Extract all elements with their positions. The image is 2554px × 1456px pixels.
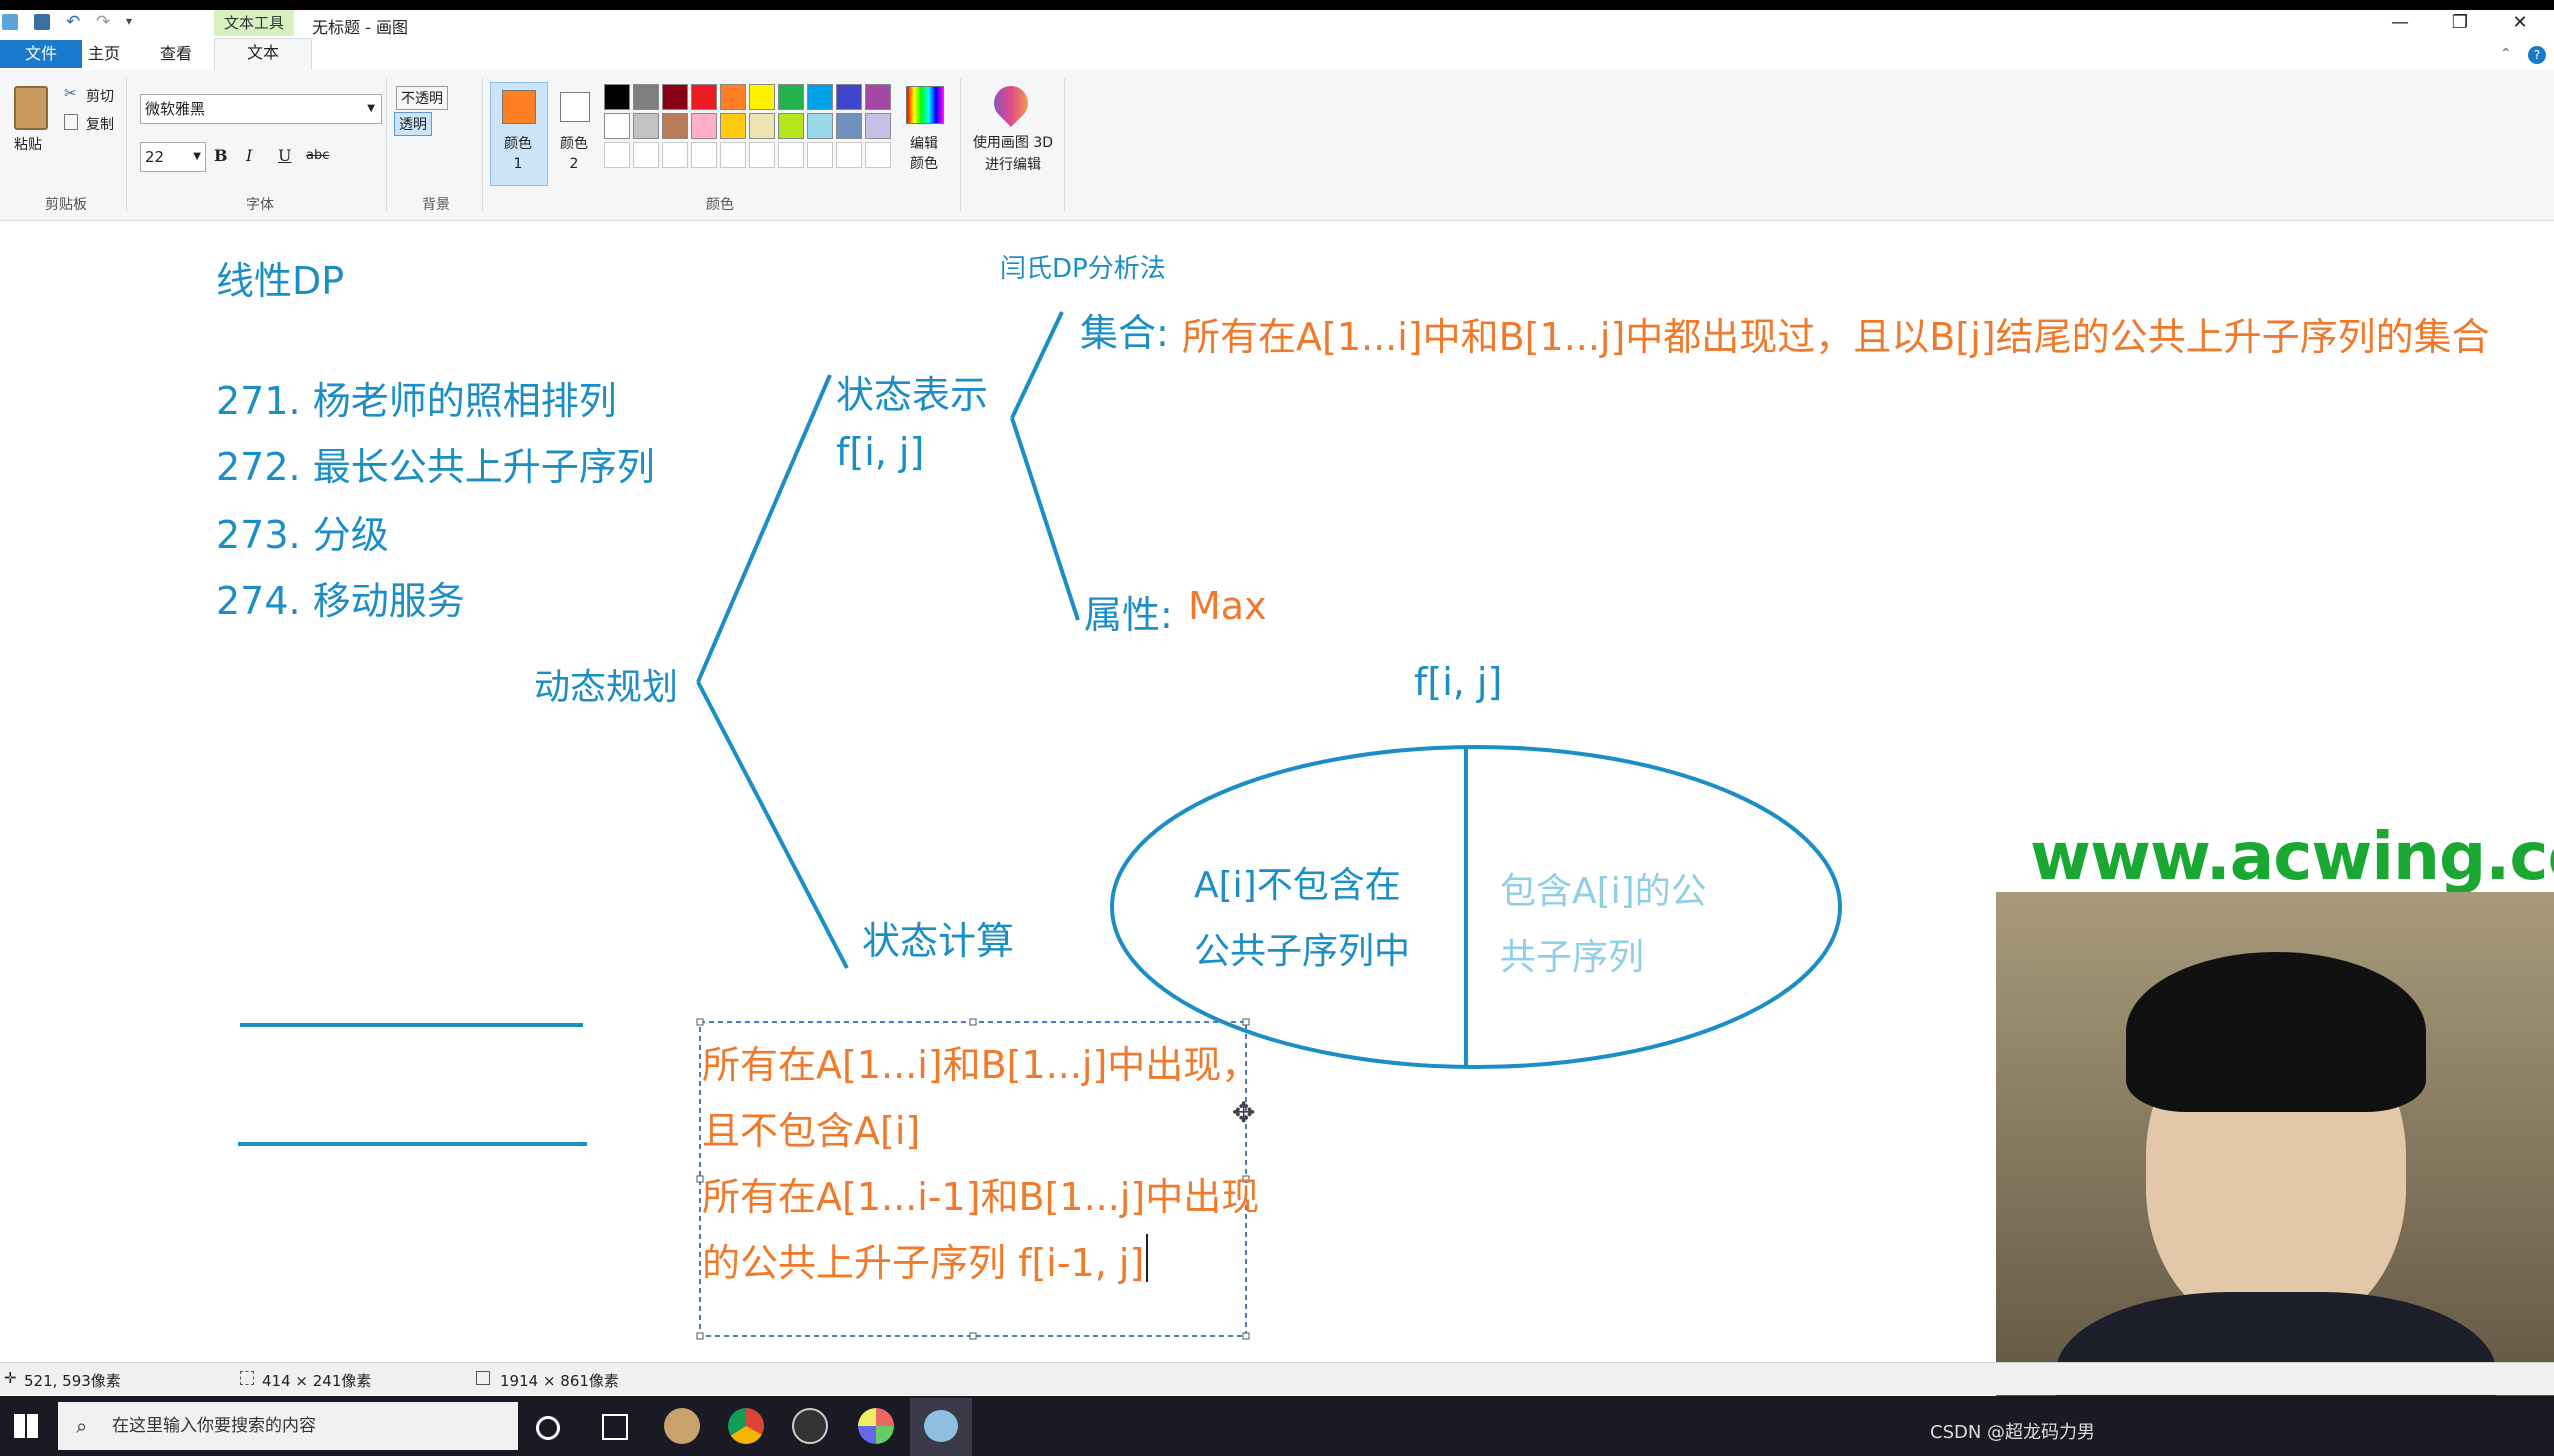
problem-item: 274. 移动服务: [216, 579, 465, 623]
problem-item: 272. 最长公共上升子序列: [216, 445, 655, 489]
state-computation: 状态计算: [862, 919, 1015, 963]
cursor-position: 521, 593像素: [24, 1372, 121, 1390]
set-label: 集合:: [1080, 311, 1169, 355]
text-caret: [1146, 1234, 1148, 1282]
paint-taskbar-active[interactable]: [910, 1398, 972, 1456]
selection-size: 414 × 241像素: [262, 1372, 372, 1390]
person-hair: [2126, 952, 2426, 1112]
attribute-value: Max: [1188, 584, 1267, 628]
obs-icon[interactable]: [792, 1408, 828, 1444]
partition-left-line2: 公共子序列中: [1194, 931, 1411, 972]
csdn-watermark: CSDN @超龙码力男: [1930, 1422, 2096, 1443]
task-view-icon[interactable]: [602, 1414, 628, 1440]
problem-item: 271. 杨老师的照相排列: [216, 379, 617, 423]
partition-left-line1: A[i]不包含在: [1194, 865, 1401, 906]
problem-item: 273. 分级: [216, 513, 389, 557]
textbox-line[interactable]: 所有在A[1...i]和B[1...j]中出现，: [702, 1034, 1259, 1089]
canvas-title: 线性DP: [216, 259, 345, 303]
state-representation: 状态表示: [836, 373, 989, 417]
selection-size-icon: [240, 1371, 254, 1385]
attribute-label: 属性:: [1084, 593, 1173, 637]
cortana-icon[interactable]: [536, 1416, 560, 1440]
root-node: 动态规划: [534, 667, 679, 708]
textbox-line[interactable]: 所有在A[1...i-1]和B[1...j]中出现: [702, 1166, 1259, 1221]
paint-icon: [924, 1410, 958, 1442]
cursor-crosshair-icon: ✛: [4, 1369, 17, 1387]
taskbar-search[interactable]: ⌕ 在这里输入你要搜索的内容: [58, 1402, 518, 1450]
canvas-size: 1914 × 861像素: [500, 1372, 619, 1390]
search-placeholder: 在这里输入你要搜索的内容: [112, 1416, 316, 1436]
partition-right-line1: 包含A[i]的公: [1500, 871, 1707, 912]
method-label: 闫氏DP分析法: [1000, 254, 1166, 284]
paint-color-icon[interactable]: [858, 1408, 894, 1444]
textbox-line[interactable]: 的公共上升子序列 f[i-1, j]: [702, 1232, 1144, 1287]
move-cursor-icon: ✥: [1232, 1096, 1256, 1129]
branch-line-attr: [1010, 417, 1080, 621]
fij-label: f[i, j]: [1414, 660, 1503, 704]
textbox-line[interactable]: 且不包含A[i]: [702, 1100, 920, 1155]
branch-line-set: [1010, 311, 1064, 419]
canvas-size-icon: [476, 1371, 490, 1385]
status-bar: ✛ 521, 593像素 414 × 241像素 1914 × 861像素: [0, 1362, 2554, 1395]
branch-line-state-rep: [696, 374, 832, 683]
branch-line-state-calc: [696, 681, 849, 969]
acwing-url: www.acwing.com: [2030, 818, 2554, 895]
chrome-icon[interactable]: [728, 1408, 764, 1444]
state-variable: f[i, j]: [836, 430, 925, 474]
app-icon-1[interactable]: [664, 1408, 700, 1444]
partition-right-line2: 共子序列: [1500, 937, 1645, 978]
set-description: 所有在A[1...i]中和B[1...j]中都出现过，且以B[j]结尾的公共上升…: [1182, 315, 2490, 359]
windows-start-icon[interactable]: [14, 1414, 38, 1438]
search-icon: ⌕: [76, 1414, 88, 1438]
